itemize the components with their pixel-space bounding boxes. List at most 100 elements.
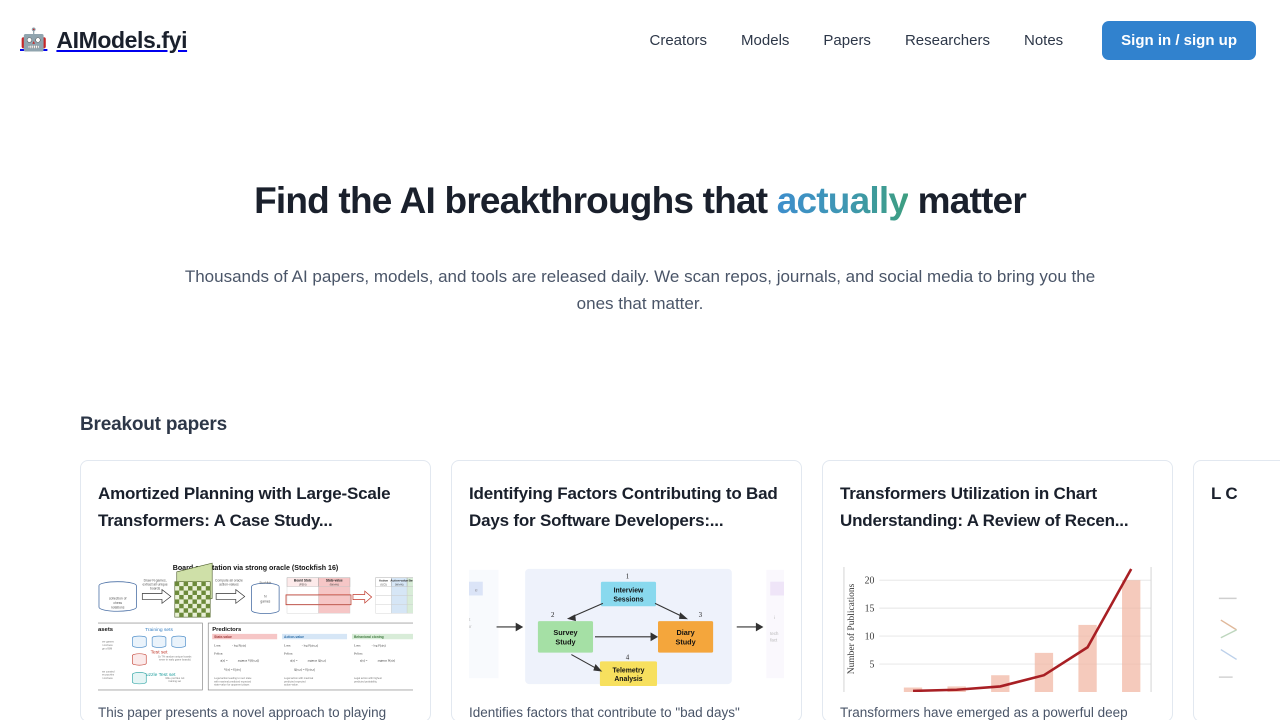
svg-text:15: 15 [865, 603, 875, 614]
hero-title-part1: Find the AI breakthroughs that [254, 180, 777, 221]
nav-item-creators[interactable]: Creators [633, 24, 725, 57]
svg-text:Predictors: Predictors [212, 627, 242, 633]
svg-text:Policy:: Policy: [214, 651, 223, 655]
svg-text:Action: Action [379, 579, 388, 583]
nav-item-papers[interactable]: Papers [806, 24, 888, 57]
publications-bar-chart: 5 10 15 20 Number of Publications [843, 566, 1152, 692]
svg-text:chess: chess [113, 601, 122, 605]
svg-text:n Lichess: n Lichess [102, 676, 113, 680]
svg-text:(Win%): (Win%) [395, 583, 404, 587]
svg-text:we curated: we curated [102, 669, 115, 673]
svg-text:Survey: Survey [553, 628, 577, 637]
sign-in-sign-up-button[interactable]: Sign in / sign up [1102, 20, 1256, 60]
svg-text:Telemetry: Telemetry [612, 667, 644, 674]
svg-text:collection of: collection of [109, 596, 127, 600]
paper-cards-row: Amortized Planning with Large-Scale Tran… [80, 459, 1280, 720]
svg-text:Analysis: Analysis [614, 676, 642, 683]
flow-node-number-3: 3 [699, 612, 703, 619]
paper-card-thumbnail: Board annotation via strong oracle (Stoc… [98, 558, 413, 692]
svg-text:Policy:: Policy: [284, 651, 293, 655]
svg-text:Study: Study [675, 638, 695, 647]
svg-text:asets: asets [98, 627, 114, 633]
hero-subtitle: Thousands of AI papers, models, and tool… [184, 266, 1096, 313]
svg-text:ge of BM: ge of BM [102, 647, 112, 651]
chart-gridlines [879, 579, 1152, 665]
chart-trend-line [912, 568, 1133, 692]
svg-text:5: 5 [870, 659, 875, 670]
paper-card-title: Amortized Planning with Large-Scale Tran… [98, 483, 391, 531]
paper-card[interactable]: Amortized Planning with Large-Scale Tran… [80, 459, 431, 720]
main-nav: Creators Models Papers Researchers Notes… [633, 20, 1256, 60]
hero-section: Find the AI breakthroughs that actually … [0, 80, 1280, 317]
svg-text:Training sets: Training sets [145, 627, 173, 633]
page-title: Find the AI breakthroughs that actually … [0, 180, 1280, 223]
paper-card-title: L C [1211, 483, 1238, 503]
paper-card-description: Transformers have emerged as a powerful … [840, 704, 1128, 720]
svg-text:Loss:: Loss: [214, 644, 221, 648]
paper-card-title: Identifying Factors Contributing to Bad … [469, 483, 778, 531]
svg-text:Policy:: Policy: [354, 651, 363, 655]
svg-text:Behavioral cloning: Behavioral cloning [354, 635, 384, 639]
paper-card-thumbnail: e that s for ing , 1 [469, 558, 784, 692]
hero-title-part2: matter [908, 180, 1027, 221]
svg-text:i: i [774, 615, 775, 620]
paper-card-description: This paper presents a novel approach to … [98, 704, 387, 720]
flow-node-number-4: 4 [626, 654, 630, 661]
paper-card-description: Identifies factors that contribute to "b… [469, 704, 740, 720]
brand-logo-link[interactable]: 🤖 AIModels.fyi [20, 27, 187, 54]
svg-text:a(x) =: a(x) = [360, 658, 368, 662]
svg-text:action-value.: action-value. [284, 683, 299, 687]
site-header: 🤖 AIModels.fyi Creators Models Papers Re… [0, 0, 1280, 80]
svg-text:Loss:: Loss: [284, 644, 291, 648]
svg-text:- log P(z|x): - log P(z|x) [232, 644, 246, 648]
paper-card-thumbnail: 5 10 15 20 Number of Publications [840, 558, 1155, 692]
svg-text:(FEN): (FEN) [299, 583, 307, 587]
svg-text:n Lichess: n Lichess [102, 643, 113, 647]
svg-text:notations: notations [111, 605, 125, 609]
svg-text:ver games: ver games [102, 640, 115, 644]
paper-card[interactable]: Transformers Utilization in Chart Unders… [822, 459, 1173, 720]
hero-title-highlight: actually [776, 180, 909, 221]
svg-text:Diary: Diary [676, 628, 694, 637]
svg-text:action-values: action-values [219, 583, 239, 587]
svg-text:State-value: State-value [214, 635, 232, 639]
chart-y-axis-label: Number of Publications [846, 583, 857, 674]
svg-text:Action-value: Action-value [284, 635, 304, 639]
svg-text:Best Ac: Best Ac [409, 579, 413, 583]
svg-text:boards: boards [150, 586, 161, 590]
svg-text:es puzzles: es puzzles [102, 673, 115, 677]
svg-text:Loss:: Loss: [354, 644, 361, 648]
svg-text:games: games [260, 599, 270, 603]
study-flow-diagram: e that s for ing , 1 [469, 568, 784, 686]
svg-text:Sessions: Sessions [613, 596, 643, 603]
svg-text:a(x) =: a(x) = [290, 658, 298, 662]
robot-icon: 🤖 [20, 27, 48, 52]
svg-text:- log P(a|x): - log P(a|x) [372, 644, 386, 648]
nav-item-notes[interactable]: Notes [1007, 24, 1080, 57]
nav-item-models[interactable]: Models [724, 24, 806, 57]
chart-y-tick-labels: 5 10 15 20 [865, 575, 875, 670]
paper-card[interactable]: Identifying Factors Contributing to Bad … [451, 459, 802, 720]
svg-text:Study: Study [555, 638, 575, 647]
svg-text:10: 10 [865, 631, 875, 642]
svg-text:Stockfish: Stockfish [259, 581, 271, 585]
brand-name: AIModels.fyi [56, 26, 188, 53]
svg-text:Action-value: Action-value [390, 579, 408, 583]
svg-text:(Win%): (Win%) [330, 583, 339, 587]
chess-oracle-diagram: Board annotation via strong oracle (Stoc… [98, 562, 413, 691]
svg-text:e: e [475, 588, 478, 593]
svg-text:20: 20 [865, 575, 875, 586]
svg-text:argmax P(a|x): argmax P(a|x) [378, 658, 396, 662]
paper-card[interactable]: L C [1193, 459, 1280, 720]
flow-node-number-2: 2 [551, 612, 555, 619]
svg-text:a(x) =: a(x) = [220, 658, 228, 662]
svg-text:predicted probability.: predicted probability. [354, 679, 378, 683]
svg-text:state-value for opponent playe: state-value for opponent player. [214, 683, 250, 687]
section-title: Breakout papers [80, 413, 227, 435]
paper-card-thumbnail [1211, 558, 1280, 692]
svg-text:never in early game boards): never in early game boards) [159, 657, 191, 661]
nav-item-researchers[interactable]: Researchers [888, 24, 1007, 57]
svg-text:fact: fact [770, 638, 778, 643]
paper-card-title: Transformers Utilization in Chart Unders… [840, 483, 1129, 531]
svg-text:tech: tech [770, 631, 779, 636]
